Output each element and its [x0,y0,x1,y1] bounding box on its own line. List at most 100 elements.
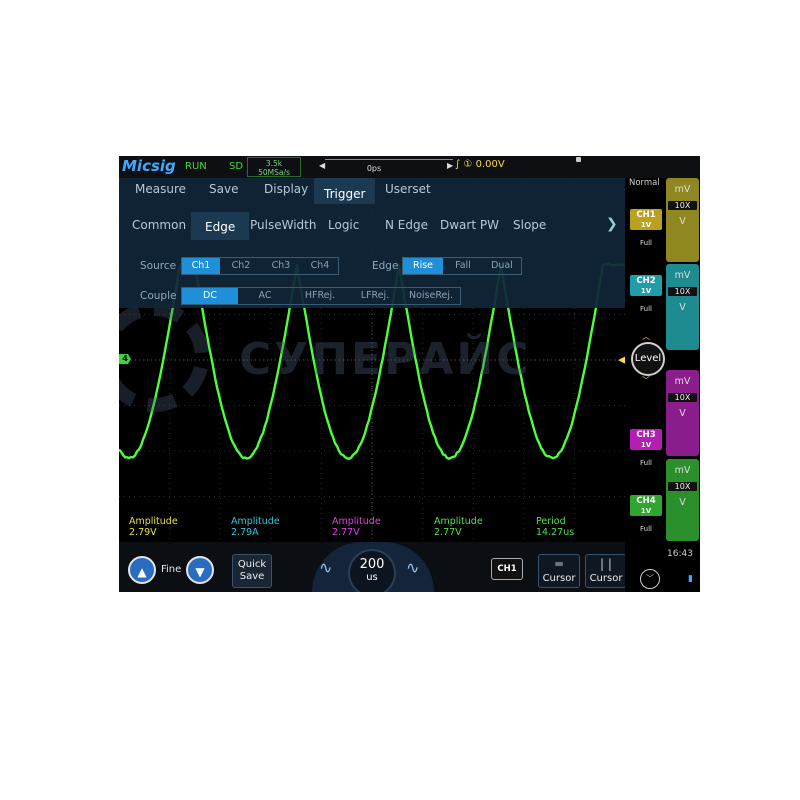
ch3-status[interactable]: CH3 1V Full [627,429,665,469]
clock: 16:43 [667,549,693,559]
horizontal-cursor-button[interactable]: ═ Cursor [538,554,580,588]
subtab-pulsewidth[interactable]: PulseWidth [250,218,316,232]
ch1-volt-block[interactable]: mV 10X V [666,178,699,262]
measurement-ch2-amplitude[interactable]: Amplitude 2.79A [231,516,280,538]
trigger-mode[interactable]: Normal [629,178,660,188]
measurement-ch4-period[interactable]: Period 14.27us [536,516,574,538]
vertical-cursor-icon: | | [586,558,626,570]
timebase-unit: us [350,572,394,583]
ch2-status[interactable]: CH2 1V Full [627,275,665,315]
tab-measure[interactable]: Measure [135,182,186,196]
timebase-increase-wave-icon[interactable]: ∿ [406,558,419,577]
couple-option[interactable]: LFRej. [348,288,402,304]
level-down-chevron-icon[interactable]: ﹀ [642,375,650,386]
couple-option[interactable]: AC [238,288,292,304]
measurement-value: 2.79A [231,527,280,538]
volt-unit: mV [666,184,699,195]
ch3-volt-block[interactable]: mV 10X V [666,370,699,456]
memory-position-bar[interactable] [325,159,453,177]
subtab-n-edge[interactable]: N Edge [385,218,428,232]
source-option[interactable]: Ch1 [182,258,220,274]
ch1-status[interactable]: CH1 1V Full [627,209,665,249]
couple-label: Couple [140,290,176,302]
sample-info[interactable]: 3.5k 50MSa/s [247,157,301,177]
quick-save-label: Quick [233,559,271,571]
volt-label: V [666,216,699,227]
ch4-status[interactable]: CH4 1V Full [627,495,665,535]
arrow-up-button[interactable]: ▲ [128,556,156,584]
measurement-ch1-amplitude[interactable]: Amplitude 2.79V [129,516,178,538]
battery-icon: ▮ [688,574,693,584]
channel-name: CH3 [636,430,655,440]
subtab-common[interactable]: Common [132,218,186,232]
source-option[interactable]: Ch2 [222,258,260,274]
couple-option[interactable]: DC [182,288,238,304]
ch3-badge: CH3 1V [630,429,662,450]
source-option[interactable]: Ch3 [262,258,300,274]
vertical-cursor-button[interactable]: | | Cursor [585,554,627,588]
tab-userset[interactable]: Userset [385,182,431,196]
run-status[interactable]: RUN [185,161,207,172]
trigger-menu: Measure Save Display Trigger Userset Com… [119,178,625,308]
arrow-down-button[interactable]: ▼ [186,556,214,584]
measurement-ch3-amplitude[interactable]: Amplitude 2.77V [332,516,381,538]
probe-factor: 10X [668,393,697,402]
time-offset: 0ps [361,164,387,173]
quick-save-label: Save [233,571,271,583]
tab-display[interactable]: Display [264,182,308,196]
chevron-down-icon[interactable]: ﹀ [640,569,660,589]
channel-select-button[interactable]: CH1 [491,558,523,580]
channel-bandwidth: Full [640,305,652,313]
memory-depth: 3.5k [248,159,300,168]
subtab-edge[interactable]: Edge [191,212,249,240]
oscilloscope-screen: СУПЕРАЙС Micsig RUN SD 3.5k 50MSa/s ◀ 0p… [119,156,700,592]
time-right-arrow-icon[interactable]: ▶ [447,161,453,170]
couple-option[interactable]: HFRej. [292,288,348,304]
edge-option[interactable]: Fall [444,258,482,274]
channel-name: CH4 [636,496,655,506]
trigger-source-icon: ① [463,159,472,170]
sample-rate: 50MSa/s [248,168,300,177]
subtab-slope[interactable]: Slope [513,218,546,232]
quick-save-button[interactable]: Quick Save [232,554,272,588]
ch1-badge: CH1 1V [630,209,662,230]
ch2-volt-block[interactable]: mV 10X V [666,264,699,350]
edge-option[interactable]: Dual [483,258,521,274]
channel-scale: 1V [641,507,651,515]
channel-scale: 1V [641,221,651,229]
measurement-ch4-amplitude[interactable]: Amplitude 2.77V [434,516,483,538]
brand-logo: Micsig [122,157,176,175]
couple-option[interactable]: NoiseRej. [402,288,460,304]
trigger-level-knob[interactable]: Level [631,342,665,376]
cursor-label: Cursor [543,573,576,584]
fine-label[interactable]: Fine [161,564,181,575]
triangle-up-icon: ▲ [137,565,146,579]
edge-selector[interactable]: Rise Fall Dual [402,257,522,275]
ch4-volt-block[interactable]: mV 10X V [666,459,699,541]
trigger-position-marker[interactable] [576,157,581,162]
timebase-knob[interactable]: 200 us [348,549,396,592]
edge-option[interactable]: Rise [403,258,443,274]
timebase-decrease-wave-icon[interactable]: ∿ [319,558,332,577]
level-up-chevron-icon[interactable]: ︿ [642,331,650,342]
couple-selector[interactable]: DC AC HFRej. LFRej. NoiseRej. [181,287,461,305]
source-selector[interactable]: Ch1 Ch2 Ch3 Ch4 [181,257,339,275]
trigger-level: 0.00V [476,159,505,170]
volt-unit: mV [666,465,699,476]
subtab-dwart-pw[interactable]: Dwart PW [440,218,499,232]
channel-name: CH2 [636,276,655,286]
measurement-value: 14.27us [536,527,574,538]
source-option[interactable]: Ch4 [302,258,338,274]
source-label: Source [140,260,176,272]
tab-trigger[interactable]: Trigger [314,178,375,204]
tab-save[interactable]: Save [209,182,238,196]
rising-edge-icon: ∫ [455,159,460,170]
trigger-status[interactable]: ∫ ① 0.00V [455,159,505,170]
sd-indicator: SD [229,161,243,172]
chevron-right-icon[interactable]: ❯ [606,216,618,232]
measurement-label: Amplitude [129,516,178,527]
measurement-label: Amplitude [434,516,483,527]
measurement-value: 2.77V [434,527,483,538]
subtab-logic[interactable]: Logic [328,218,359,232]
edge-label: Edge [372,260,398,272]
